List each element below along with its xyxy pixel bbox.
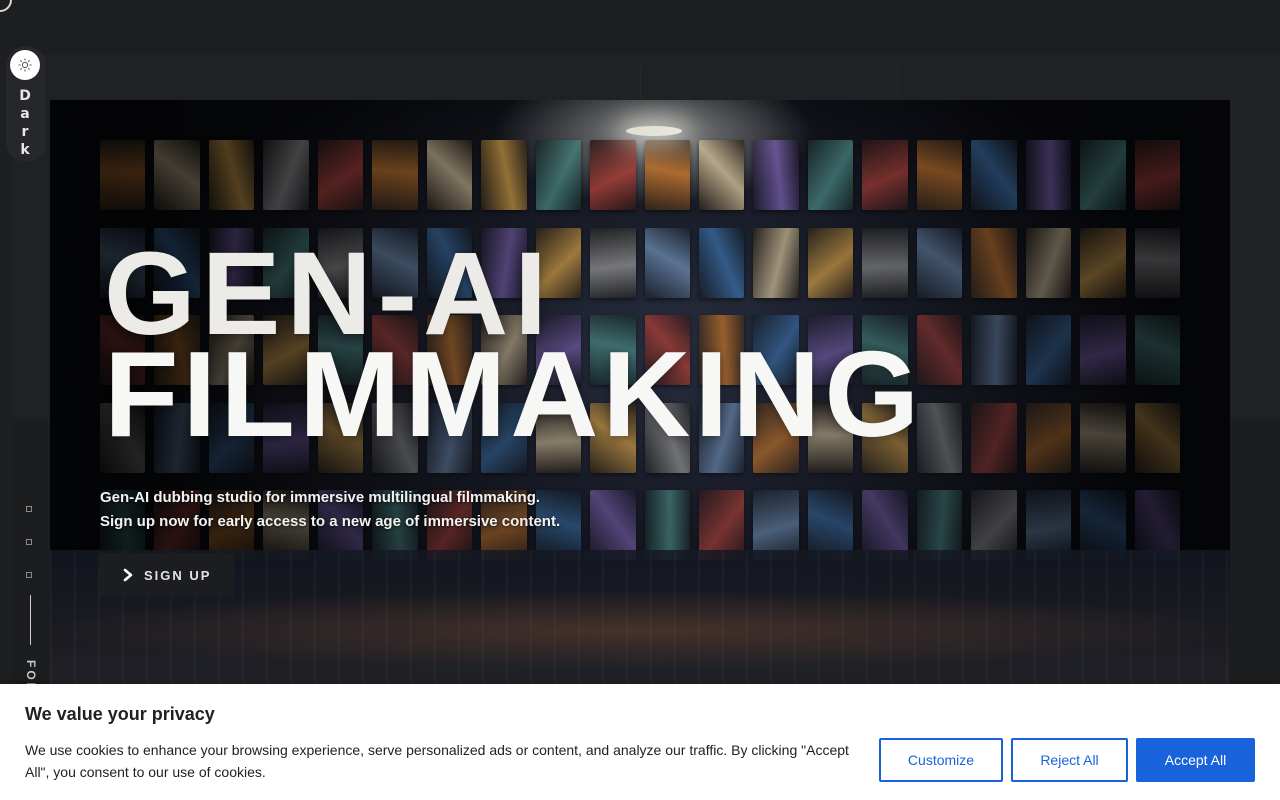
cookie-title: We value your privacy	[25, 704, 215, 724]
theme-toggle[interactable]: Dark	[6, 46, 46, 162]
cookie-text: We use cookies to enhance your browsing …	[25, 742, 849, 780]
side-divider	[30, 595, 31, 645]
hero-subtitle-line1: Gen-AI dubbing studio for immersive mult…	[100, 489, 541, 506]
floor-glow	[50, 590, 1230, 670]
sign-up-button[interactable]: SIGN UP	[100, 553, 234, 597]
customize-button[interactable]: Customize	[879, 738, 1003, 782]
sun-icon	[10, 50, 40, 80]
hero-title-line2: FILMMAKING	[104, 326, 924, 462]
section-nav-dot[interactable]	[26, 539, 32, 545]
section-nav-dot[interactable]	[26, 506, 32, 512]
hero-title: GEN-AI FILMMAKING	[104, 235, 924, 462]
sign-up-label: SIGN UP	[144, 567, 212, 583]
section-nav-dot[interactable]	[26, 572, 32, 578]
hero-subtitle: Gen-AI dubbing studio for immersive mult…	[100, 486, 700, 534]
chevron-right-icon	[123, 568, 133, 582]
accept-all-button[interactable]: Accept All	[1136, 738, 1255, 782]
theme-toggle-label: Dark	[17, 88, 33, 160]
reject-all-button[interactable]: Reject All	[1011, 738, 1128, 782]
hero-subtitle-line2: Sign up now for early access to a new ag…	[100, 513, 561, 530]
top-band	[0, 0, 1280, 54]
page: Dark GEN-AI FILMMAKING Gen-AI dubbing st…	[0, 0, 1280, 800]
cookie-banner: We value your privacy We use cookies to …	[0, 684, 1280, 800]
